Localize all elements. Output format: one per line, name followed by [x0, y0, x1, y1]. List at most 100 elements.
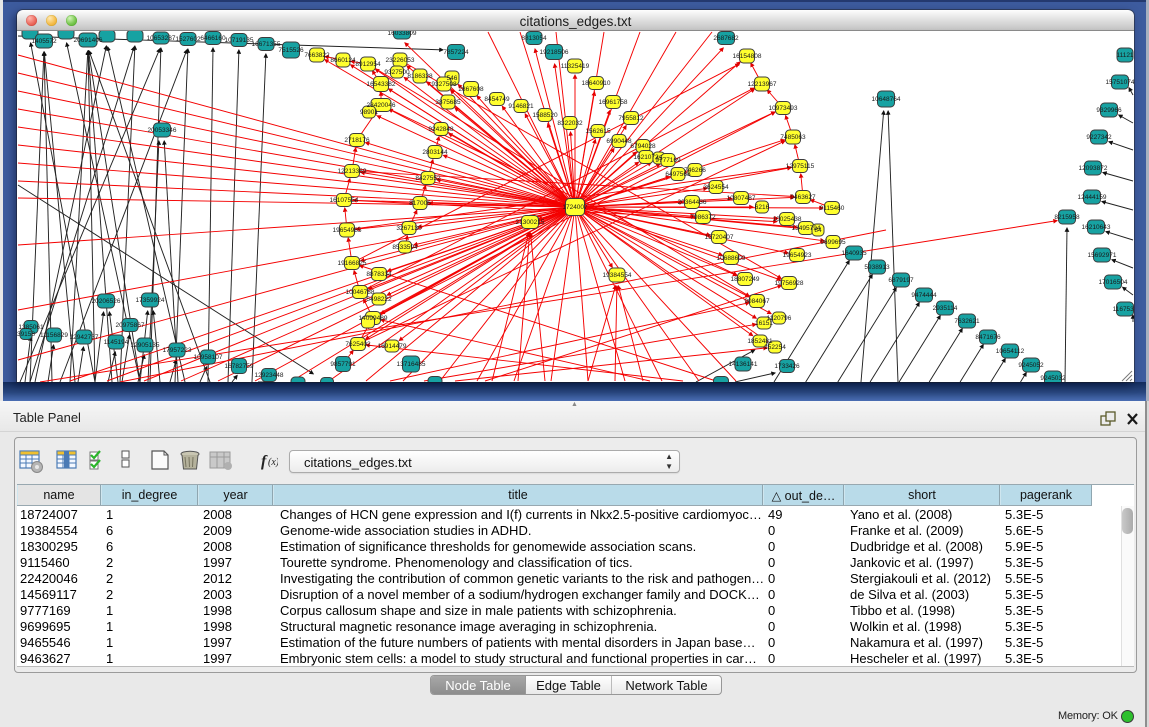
- svg-text:11121: 11121: [1116, 52, 1133, 59]
- svg-text:7663822: 7663822: [304, 52, 330, 59]
- svg-text:9327500: 9327500: [384, 69, 410, 76]
- svg-text:1167534: 1167534: [1113, 306, 1134, 313]
- svg-text:23420046: 23420046: [367, 102, 396, 109]
- svg-text:746266: 746266: [684, 167, 706, 174]
- svg-text:20975867: 20975867: [116, 322, 145, 329]
- svg-text:252254: 252254: [764, 344, 786, 351]
- svg-text:8912954: 8912954: [355, 61, 381, 68]
- svg-text:12905135: 12905135: [131, 342, 160, 349]
- svg-text:9474444: 9474444: [911, 292, 937, 299]
- svg-text:19654923: 19654923: [783, 252, 812, 259]
- svg-text:16210643: 16210643: [1082, 224, 1111, 231]
- svg-text:15692971: 15692971: [1088, 252, 1117, 259]
- svg-text:8878334: 8878334: [366, 271, 392, 278]
- svg-text:8215958: 8215958: [1054, 214, 1080, 221]
- svg-text:9699695: 9699695: [820, 239, 846, 246]
- svg-text:1733426: 1733426: [774, 363, 800, 370]
- svg-text:6990448: 6990448: [606, 138, 632, 145]
- svg-text:(x): (x): [268, 457, 278, 468]
- svg-text:8186328: 8186328: [407, 73, 433, 80]
- svg-text:20053346: 20053346: [148, 127, 177, 134]
- svg-text:16671355: 16671355: [252, 41, 281, 48]
- svg-text:9084067: 9084067: [744, 298, 770, 305]
- svg-text:12975115: 12975115: [786, 163, 815, 170]
- svg-text:16033809: 16033809: [388, 31, 417, 37]
- svg-text:7625402: 7625402: [345, 341, 371, 348]
- svg-text:10958107: 10958107: [194, 354, 223, 361]
- svg-text:9227342: 9227342: [1086, 134, 1112, 141]
- svg-text:10807487: 10807487: [727, 195, 756, 202]
- svg-text:19218506: 19218506: [540, 49, 569, 56]
- svg-text:10654112: 10654112: [996, 348, 1025, 355]
- svg-text:20691406: 20691406: [74, 37, 103, 44]
- svg-text:19756928: 19756928: [775, 280, 804, 287]
- svg-text:39158: 39158: [17, 331, 35, 338]
- svg-text:17359924: 17359924: [136, 297, 165, 304]
- svg-text:6794028: 6794028: [630, 143, 656, 150]
- svg-text:9777169: 9777169: [655, 157, 681, 164]
- svg-text:12093872: 12093872: [1079, 165, 1108, 172]
- svg-text:9242848: 9242848: [428, 126, 454, 133]
- svg-text:10688609: 10688609: [717, 255, 746, 262]
- svg-text:16782759: 16782759: [225, 363, 254, 370]
- svg-text:6216: 6216: [755, 204, 770, 211]
- svg-text:9329966: 9329966: [1096, 107, 1122, 114]
- svg-text:817006: 817006: [409, 200, 431, 207]
- svg-text:9463627: 9463627: [790, 194, 816, 201]
- svg-text:7857224: 7857224: [443, 49, 469, 56]
- svg-text:21300215: 21300215: [516, 219, 545, 226]
- svg-text:23226053: 23226053: [386, 57, 415, 64]
- svg-text:8322032: 8322032: [557, 120, 583, 127]
- svg-text:12923448: 12923448: [255, 372, 284, 379]
- svg-text:f: f: [261, 453, 268, 470]
- svg-text:9245032: 9245032: [1040, 375, 1066, 382]
- svg-text:8427552: 8427552: [415, 175, 441, 182]
- svg-text:7632621: 7632621: [954, 318, 980, 325]
- svg-text:2935114: 2935114: [933, 305, 958, 312]
- svg-text:8471676: 8471676: [975, 334, 1001, 341]
- svg-text:1588520: 1588520: [532, 112, 558, 119]
- svg-text:98901: 98901: [360, 109, 378, 116]
- svg-text:1405572: 1405572: [31, 38, 57, 45]
- svg-text:19654985: 19654985: [333, 227, 362, 234]
- svg-text:7986372: 7986372: [690, 214, 716, 221]
- svg-text:10025438: 10025438: [773, 216, 802, 223]
- svg-text:16154808: 16154808: [733, 53, 762, 60]
- svg-text:18807249: 18807249: [731, 276, 760, 283]
- svg-text:20364436: 20364436: [678, 199, 707, 206]
- svg-text:11325419: 11325419: [561, 63, 590, 70]
- svg-text:10648764: 10648764: [872, 96, 901, 103]
- svg-text:1120796: 1120796: [767, 315, 792, 322]
- svg-text:15751074: 15751074: [1106, 79, 1134, 86]
- svg-text:19166825: 19166825: [338, 260, 367, 267]
- svg-text:16107554: 16107554: [330, 197, 359, 204]
- svg-text:12942737: 12942737: [70, 334, 99, 341]
- svg-text:20206526: 20206526: [92, 298, 121, 305]
- svg-text:5938913: 5938913: [864, 264, 890, 271]
- svg-text:12213967: 12213967: [748, 81, 777, 88]
- svg-text:18640910: 18640910: [582, 80, 611, 87]
- svg-text:9857791: 9857791: [330, 361, 356, 368]
- svg-text:1145194: 1145194: [104, 339, 129, 346]
- svg-text:17016504: 17016504: [1099, 279, 1128, 286]
- svg-text:8660124: 8660124: [330, 57, 356, 64]
- svg-text:16914479: 16914479: [378, 343, 407, 350]
- svg-text:6879197: 6879197: [888, 277, 914, 284]
- svg-text:17957223: 17957223: [163, 347, 192, 354]
- svg-text:8533594: 8533594: [392, 244, 418, 251]
- svg-text:7955812: 7955812: [618, 115, 644, 122]
- svg-text:2718176: 2718176: [344, 137, 370, 144]
- svg-text:9115460: 9115460: [820, 205, 845, 212]
- svg-text:7485063: 7485063: [780, 134, 806, 141]
- svg-text:9146821: 9146821: [508, 103, 534, 110]
- svg-text:2867608: 2867608: [458, 86, 484, 93]
- svg-text:84: 84: [814, 227, 822, 234]
- svg-text:1385061: 1385061: [18, 324, 44, 331]
- svg-text:10973493: 10973493: [769, 105, 798, 112]
- svg-text:9245052: 9245052: [1018, 362, 1044, 369]
- svg-text:9327508: 9327508: [431, 81, 457, 88]
- svg-text:3875685: 3875685: [435, 99, 461, 106]
- svg-text:13716485: 13716485: [397, 361, 426, 368]
- svg-text:14136141: 14136141: [729, 361, 758, 368]
- svg-text:3267130: 3267130: [396, 225, 422, 232]
